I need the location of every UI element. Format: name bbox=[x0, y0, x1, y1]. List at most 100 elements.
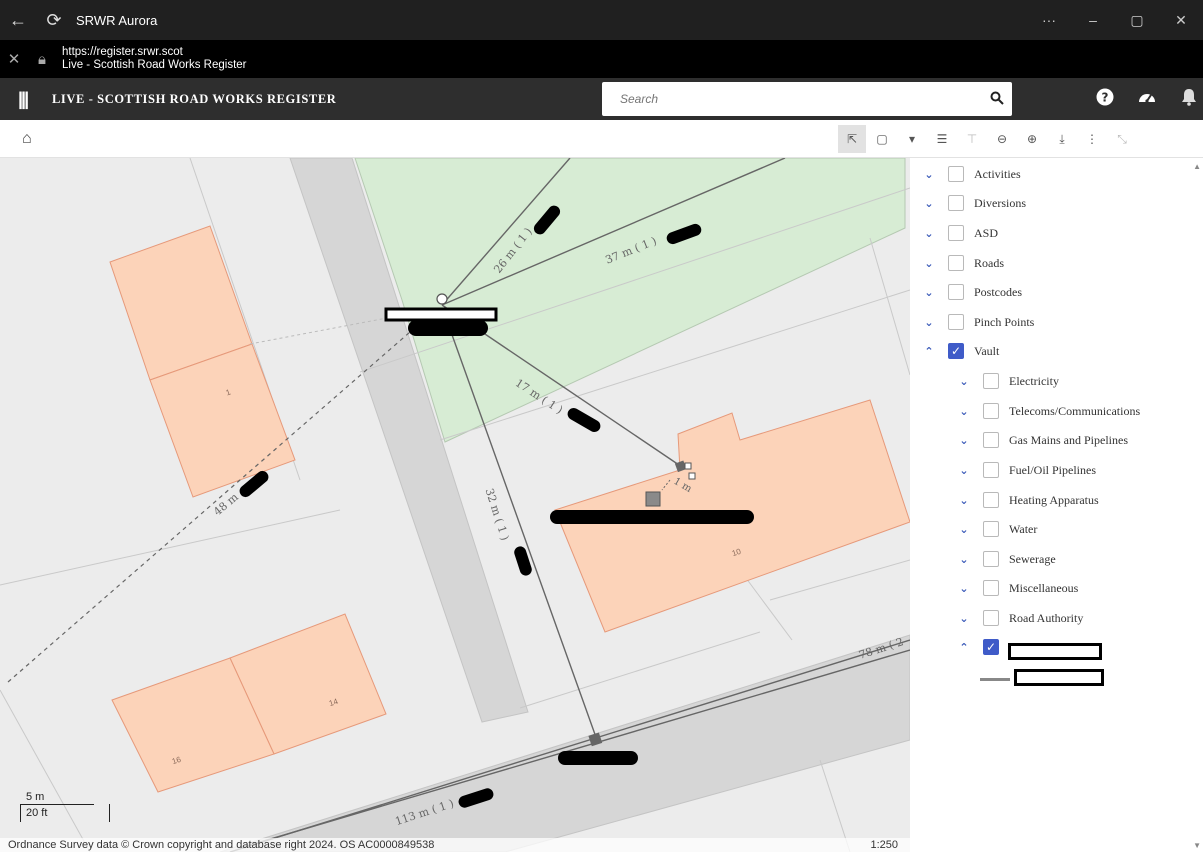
chevron-down-icon[interactable]: ⌄ bbox=[922, 227, 936, 240]
vault-redacted-layer[interactable]: ⌃ ✓ bbox=[957, 636, 999, 658]
layer-vault[interactable]: ⌃ ✓ Vault bbox=[922, 340, 999, 362]
chevron-down-icon[interactable]: ⌄ bbox=[957, 464, 971, 477]
layer-label: Miscellaneous bbox=[1009, 580, 1079, 595]
chevron-up-icon[interactable]: ⌃ bbox=[957, 641, 971, 654]
chevron-down-icon[interactable]: ⌄ bbox=[957, 494, 971, 507]
select-pointer-icon[interactable]: ⇱ bbox=[838, 125, 866, 153]
layer-checkbox[interactable] bbox=[983, 610, 999, 626]
search-input[interactable] bbox=[602, 84, 982, 114]
chevron-down-icon[interactable]: ⌄ bbox=[922, 316, 936, 329]
chevron-down-icon[interactable]: ⌄ bbox=[957, 553, 971, 566]
node-start bbox=[436, 293, 448, 305]
layer-label: Pinch Points bbox=[974, 314, 1035, 329]
chevron-down-icon[interactable]: ⌄ bbox=[957, 405, 971, 418]
layer-checkbox[interactable] bbox=[983, 373, 999, 389]
chevron-down-icon[interactable]: ⌄ bbox=[957, 375, 971, 388]
chevron-down-icon[interactable]: ▾ bbox=[898, 125, 926, 153]
home-icon[interactable]: ⌂ bbox=[22, 130, 32, 148]
layer-roads[interactable]: ⌄ Roads bbox=[922, 252, 1004, 274]
map-view[interactable]: 26 m ( 1 ) 37 m ( 1 ) 17 m ( 1 ) 32 m ( … bbox=[0, 158, 910, 852]
map-tools: ⇱ ▢ ▾ ☰ ⊤ ⊖ ⊕ ⤓ ⋮ ⤡ bbox=[838, 125, 1138, 153]
window-controls: ··· – ▢ ✕ bbox=[1027, 12, 1203, 29]
layer-checkbox[interactable] bbox=[948, 314, 964, 330]
notifications-bell-icon[interactable] bbox=[1168, 88, 1203, 111]
vault-water[interactable]: ⌄ Water bbox=[957, 518, 1037, 540]
close-window-button[interactable]: ✕ bbox=[1159, 12, 1203, 29]
layer-asd[interactable]: ⌄ ASD bbox=[922, 222, 998, 244]
vault-sewerage[interactable]: ⌄ Sewerage bbox=[957, 548, 1056, 570]
node-small-2 bbox=[688, 472, 696, 480]
redacted-layer-name bbox=[1008, 643, 1102, 660]
help-icon[interactable]: ? bbox=[1084, 88, 1126, 111]
chevron-down-icon[interactable]: ⌄ bbox=[957, 523, 971, 536]
layer-label: Electricity bbox=[1009, 373, 1059, 388]
layer-checkbox-checked[interactable]: ✓ bbox=[983, 639, 999, 655]
search-icon[interactable] bbox=[982, 91, 1012, 108]
vault-road-authority[interactable]: ⌄ Road Authority bbox=[957, 607, 1083, 629]
window-title: SRWR Aurora bbox=[76, 12, 158, 28]
chevron-down-icon[interactable]: ⌄ bbox=[957, 434, 971, 447]
url-block[interactable]: https://register.srwr.scot Live - Scotti… bbox=[62, 46, 247, 72]
layer-checkbox[interactable] bbox=[948, 284, 964, 300]
vault-miscellaneous[interactable]: ⌄ Miscellaneous bbox=[957, 577, 1078, 599]
map-toolbar: ⌂ ⇱ ▢ ▾ ☰ ⊤ ⊖ ⊕ ⤓ ⋮ ⤡ bbox=[0, 120, 1203, 158]
srwr-logo-icon: ||| bbox=[18, 88, 29, 109]
layer-checkbox[interactable] bbox=[983, 521, 999, 537]
list-icon[interactable]: ☰ bbox=[928, 125, 956, 153]
chevron-down-icon[interactable]: ⌄ bbox=[957, 612, 971, 625]
more-options-button[interactable]: ··· bbox=[1027, 12, 1071, 29]
layer-label: Heating Apparatus bbox=[1009, 492, 1099, 507]
chevron-down-icon[interactable]: ⌄ bbox=[922, 197, 936, 210]
zoom-in-icon[interactable]: ⊕ bbox=[1018, 125, 1046, 153]
layer-activities[interactable]: ⌄ Activities bbox=[922, 163, 1021, 185]
minimize-button[interactable]: – bbox=[1071, 12, 1115, 29]
layer-checkbox[interactable] bbox=[983, 492, 999, 508]
maximize-button[interactable]: ▢ bbox=[1115, 12, 1159, 29]
chevron-down-icon[interactable]: ⌄ bbox=[922, 168, 936, 181]
back-icon[interactable]: ← bbox=[0, 10, 36, 31]
zoom-out-icon[interactable]: ⊖ bbox=[988, 125, 1016, 153]
scroll-down-icon[interactable]: ▼ bbox=[1193, 841, 1201, 850]
layer-label: Roads bbox=[974, 255, 1004, 270]
rectangle-select-icon[interactable]: ▢ bbox=[868, 125, 896, 153]
close-icon[interactable]: ✕ bbox=[0, 50, 28, 68]
layer-label: Postcodes bbox=[974, 284, 1022, 299]
collapse-icon[interactable]: ⤡ bbox=[1108, 125, 1136, 153]
layer-checkbox[interactable] bbox=[948, 255, 964, 271]
url-text: https://register.srwr.scot bbox=[62, 46, 183, 58]
node-square bbox=[645, 491, 661, 507]
chevron-down-icon[interactable]: ⌄ bbox=[957, 582, 971, 595]
vault-telecoms[interactable]: ⌄ Telecoms/Communications bbox=[957, 400, 1140, 422]
layer-pinch-points[interactable]: ⌄ Pinch Points bbox=[922, 311, 1034, 333]
filter-icon[interactable]: ⊤ bbox=[958, 125, 986, 153]
layer-checkbox[interactable] bbox=[983, 432, 999, 448]
layer-checkbox-checked[interactable]: ✓ bbox=[948, 343, 964, 359]
scale-imperial: 20 ft bbox=[26, 807, 48, 819]
vault-gas[interactable]: ⌄ Gas Mains and Pipelines bbox=[957, 429, 1128, 451]
layer-checkbox[interactable] bbox=[948, 166, 964, 182]
chevron-down-icon[interactable]: ⌄ bbox=[922, 257, 936, 270]
layer-checkbox[interactable] bbox=[948, 225, 964, 241]
app-name: LIVE - SCOTTISH ROAD WORKS REGISTER bbox=[52, 91, 337, 106]
chevron-down-icon[interactable]: ⌄ bbox=[922, 286, 936, 299]
layer-postcodes[interactable]: ⌄ Postcodes bbox=[922, 281, 1022, 303]
vault-heating[interactable]: ⌄ Heating Apparatus bbox=[957, 489, 1099, 511]
download-icon[interactable]: ⤓ bbox=[1048, 125, 1076, 153]
map-attribution: Ordnance Survey data © Crown copyright a… bbox=[0, 838, 910, 852]
scroll-up-icon[interactable]: ▲ bbox=[1193, 162, 1201, 171]
lock-icon[interactable]: 🔒︎ bbox=[28, 51, 56, 68]
layer-checkbox[interactable] bbox=[983, 580, 999, 596]
more-vertical-icon[interactable]: ⋮ bbox=[1078, 125, 1106, 153]
layer-diversions[interactable]: ⌄ Diversions bbox=[922, 192, 1026, 214]
layer-checkbox[interactable] bbox=[948, 195, 964, 211]
vault-electricity[interactable]: ⌄ Electricity bbox=[957, 370, 1059, 392]
layer-checkbox[interactable] bbox=[983, 403, 999, 419]
header-icons: ? bbox=[1084, 78, 1203, 120]
dashboard-icon[interactable] bbox=[1126, 88, 1168, 111]
layer-checkbox[interactable] bbox=[983, 462, 999, 478]
layer-checkbox[interactable] bbox=[983, 551, 999, 567]
layer-label: Vault bbox=[974, 343, 1000, 358]
vault-fuel-oil[interactable]: ⌄ Fuel/Oil Pipelines bbox=[957, 459, 1096, 481]
refresh-icon[interactable]: ⟳ bbox=[36, 10, 72, 31]
chevron-up-icon[interactable]: ⌃ bbox=[922, 345, 936, 358]
